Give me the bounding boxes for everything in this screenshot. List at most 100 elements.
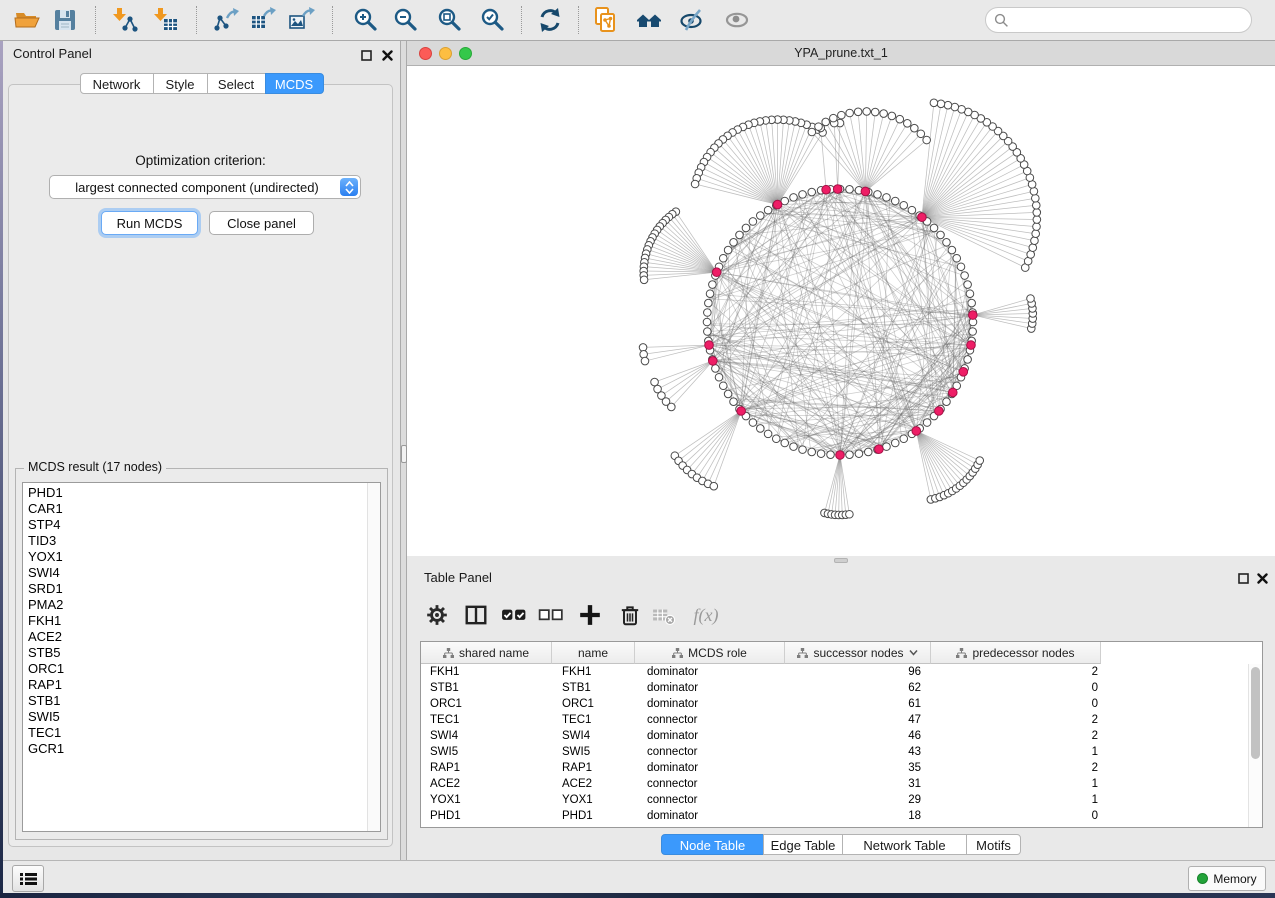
network-graph[interactable] [407, 66, 1275, 556]
table-scrollbar[interactable] [1248, 664, 1262, 827]
memory-status-dot [1197, 873, 1208, 884]
mcds-list-scrollbar[interactable] [367, 483, 380, 831]
search-box[interactable] [985, 7, 1252, 33]
settings-gear-icon[interactable] [422, 600, 452, 630]
mcds-result-item[interactable]: PHD1 [23, 485, 367, 501]
mcds-result-item[interactable]: PMA2 [23, 597, 367, 613]
memory-button[interactable]: Memory [1188, 866, 1266, 891]
mcds-result-item[interactable]: SWI4 [23, 565, 367, 581]
first-neighbors-houses-icon[interactable] [633, 3, 667, 37]
mcds-result-item[interactable]: STB5 [23, 645, 367, 661]
mcds-tab-panel: Optimization criterion: largest connecte… [8, 84, 393, 847]
optimization-criterion-dropdown[interactable]: largest connected component (undirected) [49, 175, 361, 199]
close-panel-button[interactable]: Close panel [209, 211, 314, 235]
show-column-panel-icon[interactable] [461, 600, 491, 630]
tab-network[interactable]: Network [80, 73, 154, 94]
mcds-result-item[interactable]: STB1 [23, 693, 367, 709]
mcds-result-item[interactable]: YOX1 [23, 549, 367, 565]
network-canvas[interactable] [407, 66, 1275, 556]
table-row[interactable]: YOX1YOX1connector291 [421, 792, 1249, 808]
toolbar-separator [578, 6, 579, 34]
tab-motifs[interactable]: Motifs [966, 834, 1021, 855]
column-header-mcds-role[interactable]: MCDS role [635, 642, 785, 664]
save-icon[interactable] [48, 3, 82, 37]
tab-mcds[interactable]: MCDS [265, 73, 324, 94]
new-network-from-selection-icon[interactable] [589, 3, 623, 37]
scrollbar-thumb[interactable] [1251, 667, 1260, 759]
task-history-button[interactable] [12, 865, 44, 892]
mcds-result-item[interactable]: RAP1 [23, 677, 367, 693]
column-header-successor-nodes[interactable]: successor nodes [785, 642, 931, 664]
tab-node-table[interactable]: Node Table [661, 834, 764, 855]
table-row[interactable]: SWI4SWI4dominator462 [421, 728, 1249, 744]
mcds-result-item[interactable]: GCR1 [23, 741, 367, 757]
status-bar: Memory [3, 860, 1275, 893]
table-cell: TEC1 [421, 712, 552, 728]
zoom-selected-icon[interactable] [476, 3, 510, 37]
export-network-icon[interactable] [209, 3, 243, 37]
column-header-name[interactable]: name [552, 642, 635, 664]
vertical-splitter[interactable] [400, 41, 407, 860]
table-row[interactable]: ORC1ORC1dominator610 [421, 696, 1249, 712]
search-input[interactable] [1009, 12, 1251, 29]
open-folder-icon[interactable] [10, 3, 44, 37]
refresh-icon[interactable] [533, 3, 567, 37]
mcds-result-list[interactable]: PHD1CAR1STP4TID3YOX1SWI4SRD1PMA2FKH1ACE2… [22, 482, 381, 832]
table-row[interactable]: STB1STB1dominator620 [421, 680, 1249, 696]
horizontal-splitter[interactable] [407, 556, 1275, 565]
zoom-in-icon[interactable] [349, 3, 383, 37]
delete-column-trash-icon[interactable] [615, 600, 645, 630]
select-all-icon[interactable] [499, 600, 529, 630]
tab-select[interactable]: Select [207, 73, 266, 94]
table-cell: dominator [635, 680, 785, 696]
tab-edge-table[interactable]: Edge Table [763, 834, 843, 855]
mcds-result-item[interactable]: CAR1 [23, 501, 367, 517]
delete-table-icon-disabled[interactable] [649, 600, 679, 630]
mcds-result-item[interactable]: SRD1 [23, 581, 367, 597]
close-panel-icon[interactable] [1255, 571, 1269, 585]
table-row[interactable]: RAP1RAP1dominator352 [421, 760, 1249, 776]
table-row[interactable]: SWI5SWI5connector431 [421, 744, 1249, 760]
hide-selected-eye-slash-icon[interactable] [676, 3, 710, 37]
splitter-handle[interactable] [834, 558, 848, 563]
table-row[interactable]: TEC1TEC1connector472 [421, 712, 1249, 728]
mcds-result-item[interactable]: SWI5 [23, 709, 367, 725]
table-cell: STB1 [552, 680, 635, 696]
close-panel-icon[interactable] [380, 48, 394, 62]
show-all-eye-icon[interactable] [720, 3, 754, 37]
zoom-fit-icon[interactable] [433, 3, 467, 37]
import-table-icon[interactable] [149, 3, 183, 37]
import-network-icon[interactable] [108, 3, 142, 37]
table-cell: FKH1 [421, 664, 552, 680]
run-mcds-button[interactable]: Run MCDS [101, 211, 198, 235]
hierarchy-icon [443, 648, 454, 658]
export-table-icon[interactable] [246, 3, 280, 37]
optimization-criterion-label: Optimization criterion: [9, 153, 392, 168]
table-row[interactable]: PHD1PHD1dominator180 [421, 808, 1249, 824]
float-window-icon[interactable] [359, 48, 373, 62]
tab-style[interactable]: Style [153, 73, 208, 94]
network-window-titlebar[interactable]: YPA_prune.txt_1 [407, 41, 1275, 66]
export-image-icon[interactable] [284, 3, 318, 37]
mcds-result-item[interactable]: ORC1 [23, 661, 367, 677]
mcds-result-item[interactable]: FKH1 [23, 613, 367, 629]
table-cell: 1 [931, 744, 1101, 760]
table-cell: 29 [785, 792, 931, 808]
table-row[interactable]: FKH1FKH1dominator962 [421, 664, 1249, 680]
toolbar-separator [332, 6, 333, 34]
tab-network-table[interactable]: Network Table [842, 834, 967, 855]
mcds-result-item[interactable]: ACE2 [23, 629, 367, 645]
table-row[interactable]: ACE2ACE2connector311 [421, 776, 1249, 792]
column-header-predecessor-nodes[interactable]: predecessor nodes [931, 642, 1101, 664]
table-cell: SWI4 [421, 728, 552, 744]
float-window-icon[interactable] [1236, 571, 1250, 585]
table-cell: 62 [785, 680, 931, 696]
function-builder-icon-disabled[interactable]: f(x) [691, 600, 721, 630]
mcds-result-item[interactable]: STP4 [23, 517, 367, 533]
add-column-icon[interactable] [575, 600, 605, 630]
deselect-all-icon[interactable] [536, 600, 566, 630]
zoom-out-icon[interactable] [389, 3, 423, 37]
mcds-result-item[interactable]: TEC1 [23, 725, 367, 741]
column-header-shared-name[interactable]: shared name [421, 642, 552, 664]
mcds-result-item[interactable]: TID3 [23, 533, 367, 549]
